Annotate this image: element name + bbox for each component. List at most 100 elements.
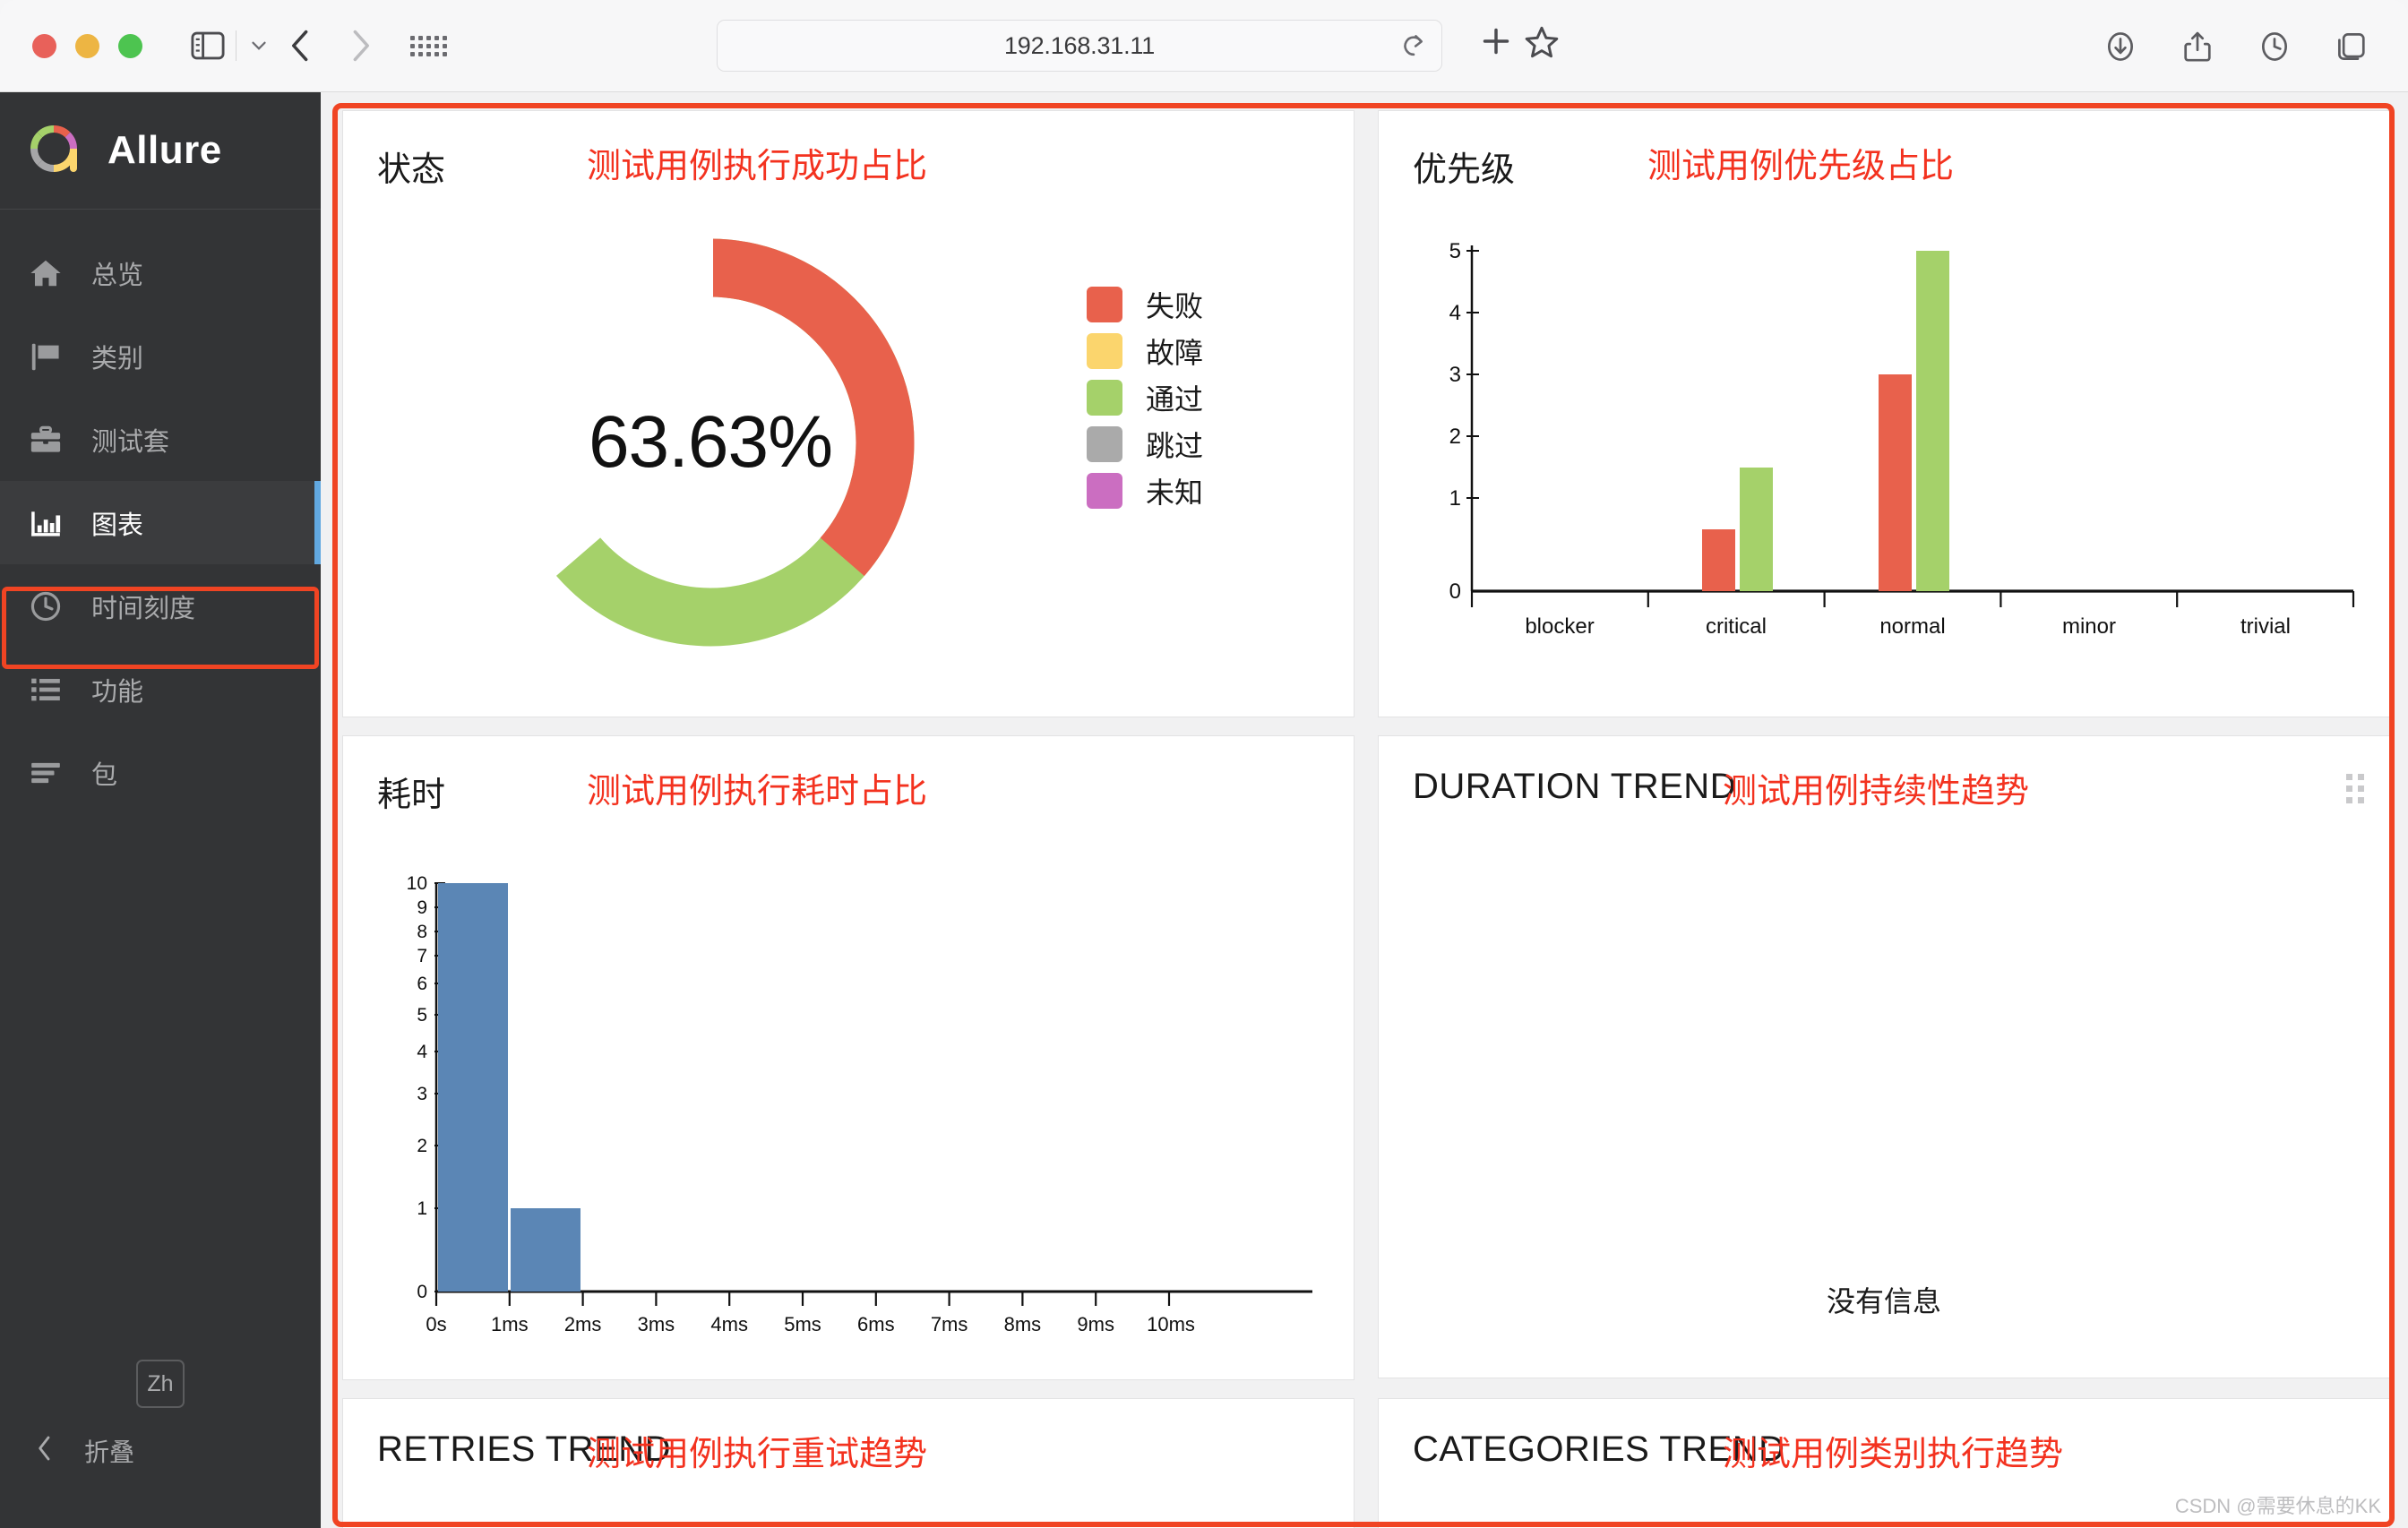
- annotation-duration-trend: 测试用例持续性趋势: [1723, 763, 2029, 812]
- legend-swatch-failed: [1087, 287, 1122, 322]
- legend-item[interactable]: 跳过: [1087, 421, 1203, 468]
- svg-text:4: 4: [1449, 301, 1461, 325]
- language-button[interactable]: Zh: [136, 1360, 185, 1408]
- svg-text:10ms: 10ms: [1147, 1313, 1195, 1335]
- legend-item[interactable]: 故障: [1087, 328, 1203, 374]
- svg-text:minor: minor: [2062, 614, 2116, 639]
- home-icon: [27, 256, 64, 290]
- svg-text:6: 6: [417, 974, 427, 994]
- legend-swatch-unknown: [1087, 473, 1122, 509]
- legend-item[interactable]: 失败: [1087, 281, 1203, 328]
- svg-text:2: 2: [1449, 425, 1461, 449]
- svg-text:8: 8: [417, 922, 427, 942]
- brand-header[interactable]: Allure: [0, 92, 321, 210]
- legend-swatch-broken: [1087, 333, 1122, 369]
- svg-text:critical: critical: [1706, 614, 1767, 639]
- empty-state-text: 没有信息: [1379, 1279, 2389, 1320]
- retries-trend-header: RETRIES TREND 测试用例执行重试趋势: [343, 1399, 1354, 1470]
- minimize-window-button[interactable]: [75, 34, 99, 58]
- panel-title: 状态: [377, 142, 445, 191]
- suitcase-icon: [27, 423, 64, 457]
- svg-text:trivial: trivial: [2240, 614, 2291, 639]
- browser-window: 192.168.31.11: [0, 0, 2408, 1528]
- sidebar-item-label: 类别: [91, 338, 143, 375]
- list-icon: [27, 673, 64, 707]
- sidebar-item-label: 测试套: [91, 421, 169, 459]
- legend-swatch-skipped: [1087, 426, 1122, 462]
- svg-text:2: 2: [417, 1136, 427, 1156]
- duration-trend-header: DURATION TREND 测试用例持续性趋势: [1379, 736, 2389, 807]
- sidebar-item-packages[interactable]: 包: [0, 731, 321, 814]
- status-donut-chart[interactable]: 63.63%: [486, 219, 934, 666]
- maximize-window-button[interactable]: [118, 34, 142, 58]
- legend-label: 未知: [1146, 470, 1203, 511]
- svg-text:5: 5: [1449, 239, 1461, 263]
- sidebar-item-categories[interactable]: 类别: [0, 314, 321, 398]
- svg-text:0: 0: [417, 1282, 427, 1302]
- legend-item[interactable]: 未知: [1087, 468, 1203, 514]
- sidebar-nav: 总览 类别: [0, 210, 321, 814]
- histogram-bar: [438, 883, 508, 1292]
- priority-bar-chart[interactable]: 5 4 3 2 1 0: [1413, 224, 2362, 681]
- annotation-status: 测试用例执行成功占比: [587, 138, 927, 187]
- panel-title: 耗时: [377, 767, 445, 816]
- status-panel-header: 状态 测试用例执行成功占比: [343, 111, 1354, 191]
- legend-label: 通过: [1146, 377, 1203, 418]
- svg-text:2ms: 2ms: [564, 1313, 602, 1335]
- sidebar-item-label: 时间刻度: [91, 588, 195, 625]
- chevron-down-icon[interactable]: [247, 34, 271, 57]
- legend-label: 故障: [1146, 330, 1203, 372]
- tab-grid-icon[interactable]: [410, 36, 447, 56]
- sidebar-item-timeline[interactable]: 时间刻度: [0, 564, 321, 648]
- clock-icon[interactable]: [2258, 30, 2292, 64]
- address-bar[interactable]: 192.168.31.11: [717, 20, 1442, 72]
- svg-text:3: 3: [1449, 363, 1461, 387]
- sidebar-item-graphs[interactable]: 图表: [0, 481, 321, 564]
- histogram-bar: [511, 1208, 580, 1292]
- star-icon[interactable]: [1523, 23, 1561, 61]
- svg-text:1: 1: [417, 1198, 427, 1219]
- duration-histogram-chart[interactable]: 10 9 8 7 6 5 4 3 2 1 0: [381, 872, 1318, 1338]
- plus-icon[interactable]: [1478, 23, 1514, 59]
- svg-text:blocker: blocker: [1525, 614, 1594, 639]
- svg-text:1: 1: [1449, 486, 1461, 511]
- flag-icon: [27, 339, 64, 373]
- status-panel: 状态 测试用例执行成功占比 63.63%: [342, 110, 1354, 717]
- collapse-label: 折叠: [84, 1433, 134, 1469]
- legend-label: 跳过: [1146, 424, 1203, 465]
- graphs-content: 状态 测试用例执行成功占比 63.63%: [321, 92, 2408, 1528]
- download-icon[interactable]: [2103, 30, 2137, 64]
- close-window-button[interactable]: [32, 34, 56, 58]
- annotation-priority: 测试用例优先级占比: [1647, 138, 1954, 187]
- duration-trend-panel: DURATION TREND 测试用例持续性趋势 没有信息: [1378, 735, 2390, 1378]
- svg-text:4ms: 4ms: [710, 1313, 748, 1335]
- window-controls: [32, 34, 142, 58]
- collapse-sidebar-button[interactable]: 折叠: [0, 1433, 321, 1469]
- sidebar-item-suites[interactable]: 测试套: [0, 398, 321, 481]
- retries-trend-panel: RETRIES TREND 测试用例执行重试趋势: [342, 1398, 1354, 1528]
- svg-text:1ms: 1ms: [491, 1313, 529, 1335]
- svg-text:0: 0: [1449, 579, 1461, 604]
- sidebar-item-label: 功能: [91, 671, 143, 708]
- drag-handle-icon[interactable]: [2346, 774, 2364, 803]
- legend-item[interactable]: 通过: [1087, 374, 1203, 421]
- sidebar-item-label: 图表: [91, 504, 143, 542]
- sidebar-item-label: 包: [91, 754, 117, 792]
- sidebar-item-label: 总览: [91, 254, 143, 292]
- priority-panel: 优先级 测试用例优先级占比 5 4 3 2 1 0: [1378, 110, 2390, 717]
- sidebar-item-behaviors[interactable]: 功能: [0, 648, 321, 731]
- legend-label: 失败: [1146, 284, 1203, 325]
- sidebar-item-overview[interactable]: 总览: [0, 231, 321, 314]
- reload-icon[interactable]: [1400, 32, 1427, 59]
- share-icon[interactable]: [2180, 30, 2214, 64]
- svg-text:5ms: 5ms: [784, 1313, 821, 1335]
- toolbar-right-icons: [2103, 0, 2369, 92]
- categories-trend-header: CATEGORIES TREND 测试用例类别执行趋势: [1379, 1399, 2389, 1470]
- chevron-left-icon[interactable]: [287, 28, 317, 64]
- tabs-icon[interactable]: [2335, 30, 2369, 64]
- chevron-right-icon[interactable]: [344, 28, 374, 64]
- sidebar-toggle-icon[interactable]: [191, 31, 225, 60]
- svg-text:normal: normal: [1879, 614, 1945, 639]
- duration-panel-header: 耗时 测试用例执行耗时占比: [343, 736, 1354, 816]
- svg-text:5: 5: [417, 1005, 427, 1026]
